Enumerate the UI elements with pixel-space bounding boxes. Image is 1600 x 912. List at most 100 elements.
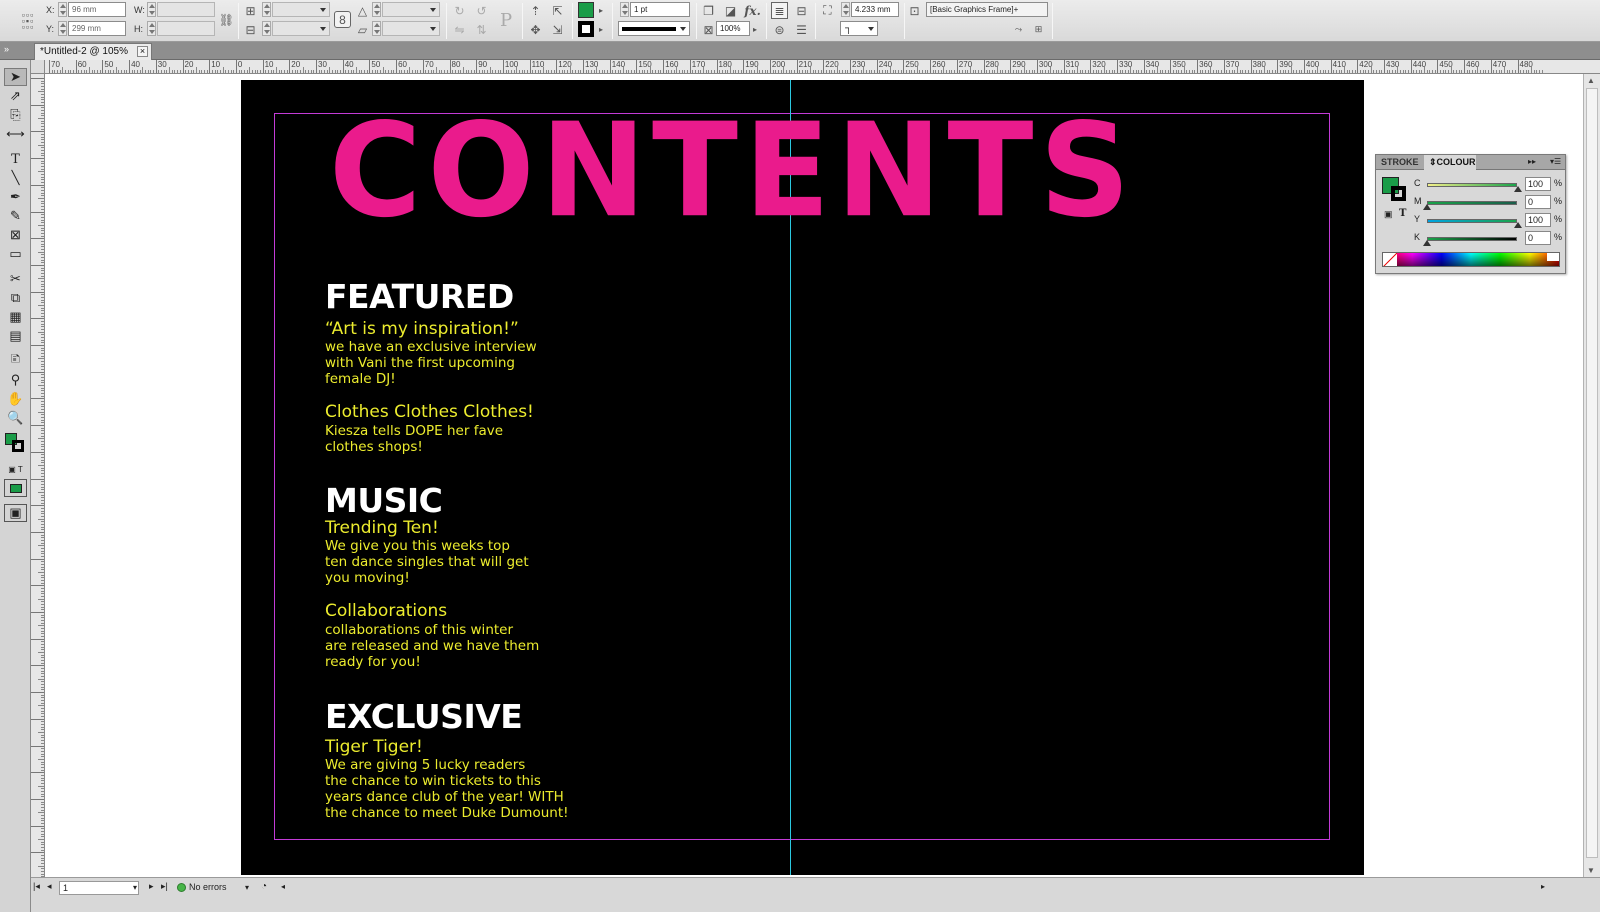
preflight-dropdown-arrow-icon[interactable]: ▾ xyxy=(245,883,249,892)
article-title[interactable]: Trending Ten! xyxy=(325,520,439,537)
section-heading-featured[interactable]: FEATURED xyxy=(325,280,514,313)
scissors-tool-icon[interactable]: ✂ xyxy=(4,270,27,288)
yellow-value-field[interactable]: 100 xyxy=(1525,213,1551,227)
effects-icon[interactable]: ◪ xyxy=(722,2,739,19)
drop-shadow-icon[interactable]: ❐ xyxy=(700,2,717,19)
pencil-tool-icon[interactable]: ✎ xyxy=(4,207,27,225)
reference-point-icon[interactable]: ▫▫▫ ▫▪▫ ▫▫▫ xyxy=(17,10,39,32)
section-heading-exclusive[interactable]: EXCLUSIVE xyxy=(325,700,523,733)
pen-tool-icon[interactable]: ✒ xyxy=(4,188,27,206)
link-scale-icon[interactable]: 8 xyxy=(334,11,351,28)
w-field[interactable] xyxy=(157,2,215,17)
panel-menu-icon[interactable]: ▾☰ xyxy=(1550,157,1561,166)
expand-panels-icon[interactable]: » xyxy=(4,44,9,54)
quick-apply-icon[interactable]: ⊞ xyxy=(1030,21,1047,38)
yellow-slider-thumb[interactable] xyxy=(1514,222,1522,228)
scroll-right-arrow-icon[interactable]: ▸ xyxy=(1541,882,1545,891)
rectangle-frame-tool-icon[interactable]: ⊠ xyxy=(4,226,27,244)
x-field[interactable]: 96 mm xyxy=(68,2,126,17)
magenta-slider-track[interactable] xyxy=(1427,201,1517,205)
corner-options-icon[interactable]: ⛶ xyxy=(819,2,836,19)
cyan-value-field[interactable]: 100 xyxy=(1525,177,1551,191)
fill-stroke-swatches[interactable] xyxy=(5,433,27,455)
corner-size-field[interactable]: 4.233 mm xyxy=(851,2,899,17)
fill-dropdown-arrow-icon[interactable]: ▸ xyxy=(596,2,606,19)
white-swatch[interactable] xyxy=(1547,253,1559,261)
stroke-swatch[interactable] xyxy=(578,21,594,37)
cyan-slider-track[interactable] xyxy=(1427,183,1517,187)
article-body[interactable]: We are giving 5 lucky readers the chance… xyxy=(325,757,625,821)
zoom-tool-icon[interactable]: 🔍 xyxy=(4,409,27,427)
rectangle-tool-icon[interactable]: ▭ xyxy=(4,245,27,263)
text-format-icon[interactable]: T xyxy=(1399,208,1406,219)
opacity-dropdown-arrow-icon[interactable]: ▸ xyxy=(750,21,760,38)
document-tab[interactable]: *Untitled-2 @ 105% × xyxy=(34,43,152,60)
x-spinner[interactable] xyxy=(58,2,67,17)
tools-stroke-swatch[interactable] xyxy=(12,440,24,452)
pasteboard[interactable]: CONTENTS FEATURED “Art is my inspiration… xyxy=(45,74,1600,877)
scale-y-spinner[interactable] xyxy=(262,21,271,36)
rotate-field[interactable] xyxy=(382,2,440,17)
vertical-scrollbar[interactable]: ▲ ▼ xyxy=(1583,74,1600,877)
scroll-thumb[interactable] xyxy=(1586,88,1598,858)
line-tool-icon[interactable]: ╲ xyxy=(4,169,27,187)
stroke-weight-spinner[interactable] xyxy=(620,2,629,17)
article-title[interactable]: Clothes Clothes Clothes! xyxy=(325,404,534,421)
tab-colour[interactable]: ⇕COLOUR xyxy=(1424,155,1476,170)
page-dropdown-arrow-icon[interactable]: ▾ xyxy=(133,883,137,892)
shear-field[interactable] xyxy=(382,21,440,36)
scroll-down-arrow-icon[interactable]: ▼ xyxy=(1587,866,1595,875)
free-transform-tool-icon[interactable]: ⧉ xyxy=(4,289,27,307)
type-tool-icon[interactable]: T xyxy=(4,150,27,168)
colour-spectrum[interactable] xyxy=(1382,252,1560,267)
direct-selection-tool-icon[interactable]: ⇗ xyxy=(4,87,27,105)
article-body[interactable]: Kiesza tells DOPE her fave clothes shops… xyxy=(325,423,625,455)
magenta-slider-thumb[interactable] xyxy=(1423,204,1431,210)
article-body[interactable]: collaborations of this winter are releas… xyxy=(325,622,625,670)
close-icon[interactable]: × xyxy=(137,46,148,57)
container-format-icon[interactable]: ▣ xyxy=(1384,209,1393,220)
scale-x-field[interactable] xyxy=(272,2,330,17)
shear-spinner[interactable] xyxy=(372,21,381,36)
page-number-field[interactable]: 1 xyxy=(59,881,139,895)
w-spinner[interactable] xyxy=(147,2,156,17)
scroll-up-arrow-icon[interactable]: ▲ xyxy=(1587,76,1595,85)
ruler-origin[interactable] xyxy=(31,60,45,74)
flip-horizontal-icon[interactable]: ⇋ xyxy=(451,21,468,38)
article-title[interactable]: Tiger Tiger! xyxy=(325,739,423,756)
magenta-value-field[interactable]: 0 xyxy=(1525,195,1551,209)
black-value-field[interactable]: 0 xyxy=(1525,231,1551,245)
clear-overrides-icon[interactable]: ⤳ xyxy=(1010,21,1027,38)
text-wrap-none-icon[interactable]: ≣ xyxy=(771,2,788,19)
yellow-slider-track[interactable] xyxy=(1427,219,1517,223)
text-wrap-shape-icon[interactable]: ⊜ xyxy=(771,21,788,38)
preflight-status-text[interactable]: No errors xyxy=(189,882,227,892)
select-next-object-icon[interactable]: ⇲ xyxy=(549,21,566,38)
cyan-slider-thumb[interactable] xyxy=(1514,186,1522,192)
select-container-icon[interactable]: ⇡ xyxy=(527,2,544,19)
article-title[interactable]: “Art is my inspiration!” xyxy=(325,321,519,338)
screen-mode-icon[interactable]: ▣ xyxy=(4,504,27,522)
section-heading-music[interactable]: MUSIC xyxy=(325,484,443,517)
selection-tool-icon[interactable]: ➤ xyxy=(4,68,27,86)
stroke-weight-field[interactable]: 1 pt xyxy=(630,2,690,17)
page-tool-icon[interactable]: ⎘ xyxy=(4,106,27,124)
collapse-panel-icon[interactable]: ▸▸ xyxy=(1528,157,1536,166)
formatting-affects-container-icon[interactable]: ▣ T xyxy=(4,460,27,478)
select-content-icon[interactable]: ✥ xyxy=(527,21,544,38)
article-title[interactable]: Collaborations xyxy=(325,603,447,620)
tab-stroke[interactable]: STROKE xyxy=(1376,155,1423,170)
hand-tool-icon[interactable]: ✋ xyxy=(4,390,27,408)
last-page-icon[interactable]: ▸| xyxy=(161,881,168,892)
apply-color-icon[interactable] xyxy=(4,479,27,497)
eyedropper-tool-icon[interactable]: ⚲ xyxy=(4,371,27,389)
text-wrap-bbox-icon[interactable]: ⊟ xyxy=(793,2,810,19)
contents-headline[interactable]: CONTENTS xyxy=(329,106,1136,236)
h-spinner[interactable] xyxy=(147,21,156,36)
none-swatch-icon[interactable] xyxy=(1383,253,1397,266)
y-field[interactable]: 299 mm xyxy=(68,21,126,36)
constrain-proportions-icon[interactable]: ⛓ xyxy=(218,11,235,28)
previous-page-icon[interactable]: ◂ xyxy=(47,881,52,892)
page-spread[interactable]: CONTENTS FEATURED “Art is my inspiration… xyxy=(241,80,1364,875)
corner-size-spinner[interactable] xyxy=(841,2,850,17)
